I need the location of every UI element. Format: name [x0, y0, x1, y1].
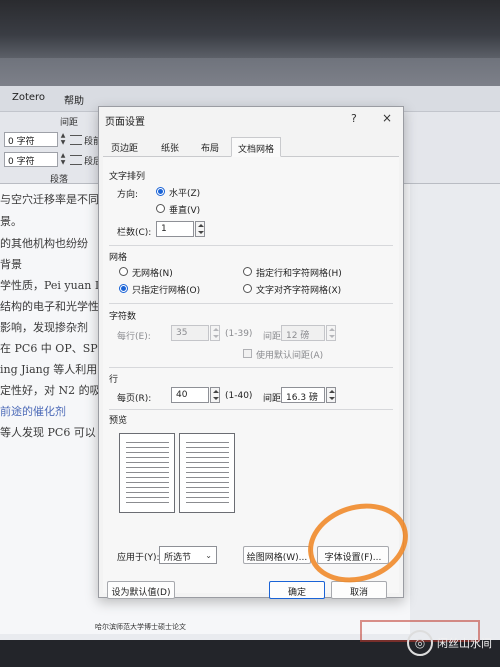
ribbon-indent-left-field[interactable]: 0 字符	[4, 132, 58, 147]
divider	[109, 303, 393, 304]
characters-group-label: 字符数	[109, 312, 137, 322]
chars-per-line-stepper[interactable]	[210, 325, 220, 341]
chars-per-line-field[interactable]: 35	[171, 325, 209, 341]
tab-bar: 页边距 纸张 布局 文档网格	[103, 137, 399, 157]
direction-label: 方向:	[117, 190, 139, 200]
divider	[109, 409, 393, 410]
apply-to-label: 应用于(Y):	[117, 553, 160, 563]
ribbon-indent-left-stepper[interactable]: ▲ ▼	[59, 132, 67, 147]
line-pitch-field[interactable]: 16.3 磅	[281, 387, 325, 403]
help-icon[interactable]: ?	[351, 112, 357, 125]
ribbon-indent-right-field[interactable]: 0 字符	[4, 152, 58, 167]
radio-no-grid[interactable]	[119, 267, 128, 276]
document-line: 定性好，对 N2 的吸	[0, 384, 101, 397]
lines-group-label: 行	[109, 375, 119, 385]
radio-vertical[interactable]	[156, 204, 165, 213]
radio-snap-to-chars-label[interactable]: 文字对齐字符网格(X)	[256, 283, 341, 296]
char-pitch-stepper[interactable]	[326, 325, 336, 341]
tab-margins[interactable]: 页边距	[105, 137, 144, 157]
document-line: 背景	[0, 258, 22, 271]
chars-per-line-label: 每行(E):	[117, 332, 151, 342]
chevron-down-icon: ⌄	[205, 551, 212, 560]
document-footer: 哈尔滨师范大学博士硕士论文	[95, 623, 186, 631]
ribbon-indent-right-stepper[interactable]: ▲ ▼	[59, 152, 67, 167]
lines-per-page-field[interactable]: 40	[171, 387, 209, 403]
document-line: 学性质，Pei yuan D	[0, 279, 104, 292]
line-pitch-stepper[interactable]	[326, 387, 336, 403]
radio-lines-only-label[interactable]: 只指定行网格(O)	[132, 283, 200, 296]
before-spacing-icon	[70, 135, 82, 145]
draw-grid-button[interactable]: 绘图网格(W)...	[243, 546, 311, 564]
set-default-button[interactable]: 设为默认值(D)	[107, 581, 175, 599]
watermark: ◎ 闲丝山水间	[407, 628, 492, 658]
char-pitch-field[interactable]: 12 磅	[281, 325, 325, 341]
document-line: 等人发现 PC6 可以	[0, 426, 96, 439]
ok-button[interactable]: 确定	[269, 581, 325, 599]
watermark-text: 闲丝山水间	[437, 637, 492, 650]
preview-page-left	[119, 433, 175, 513]
columns-field[interactable]: 1	[156, 221, 194, 237]
after-spacing-icon	[70, 155, 82, 165]
document-line: 景。	[0, 215, 22, 228]
radio-lines-and-chars[interactable]	[243, 267, 252, 276]
radio-lines-only[interactable]	[119, 284, 128, 293]
tab-document-grid[interactable]: 文档网格	[231, 137, 282, 157]
document-line: 的其他机构也纷纷	[0, 237, 88, 250]
tab-paper[interactable]: 纸张	[155, 137, 185, 157]
grid-group-label: 网格	[109, 253, 128, 263]
preview-group-label: 预览	[109, 416, 128, 426]
document-line: 在 PC6 中 OP、SP、	[0, 342, 109, 355]
text-direction-group-label: 文字排列	[109, 172, 146, 182]
tab-layout[interactable]: 布局	[195, 137, 225, 157]
title-bar: 搜索	[0, 58, 500, 140]
document-line: ing Jiang 等人利用	[0, 363, 98, 376]
menu-zotero[interactable]: Zotero	[12, 92, 45, 103]
divider	[109, 367, 393, 368]
apply-to-select[interactable]: 所选节 ⌄	[159, 546, 217, 564]
columns-label: 栏数(C):	[117, 228, 152, 238]
document-line: 与空穴迁移率是不同	[0, 193, 99, 206]
radio-horizontal-label[interactable]: 水平(Z)	[169, 186, 200, 199]
divider	[109, 245, 393, 246]
radio-vertical-label[interactable]: 垂直(V)	[169, 203, 200, 216]
lines-per-page-label: 每页(R):	[117, 394, 152, 404]
lines-per-page-stepper[interactable]	[210, 387, 220, 403]
lines-per-page-range: (1-40)	[225, 391, 253, 401]
radio-lines-and-chars-label[interactable]: 指定行和字符网格(H)	[256, 266, 342, 279]
chars-per-line-range: (1-39)	[225, 329, 253, 339]
watermark-logo-icon: ◎	[407, 630, 433, 656]
radio-horizontal[interactable]	[156, 187, 165, 196]
dialog-title: 页面设置	[105, 117, 145, 128]
menu-help[interactable]: 帮助	[64, 92, 84, 107]
default-pitch-checkbox[interactable]	[243, 349, 252, 358]
default-pitch-label[interactable]: 使用默认间距(A)	[256, 348, 323, 361]
document-line: 结构的电子和光学性	[0, 300, 99, 313]
columns-stepper[interactable]	[195, 221, 205, 237]
radio-snap-to-chars[interactable]	[243, 284, 252, 293]
close-icon[interactable]: ×	[382, 111, 392, 125]
document-line: 前途的催化剂	[0, 405, 66, 418]
preview-page-right	[179, 433, 235, 513]
document-line: 影响，发现掺杂剂	[0, 321, 88, 334]
apply-to-value: 所选节	[164, 553, 192, 563]
ribbon-spacing-label: 间距	[60, 118, 79, 128]
monitor-bezel-top	[0, 0, 500, 58]
radio-no-grid-label[interactable]: 无网格(N)	[132, 266, 173, 279]
cancel-button[interactable]: 取消	[331, 581, 387, 599]
